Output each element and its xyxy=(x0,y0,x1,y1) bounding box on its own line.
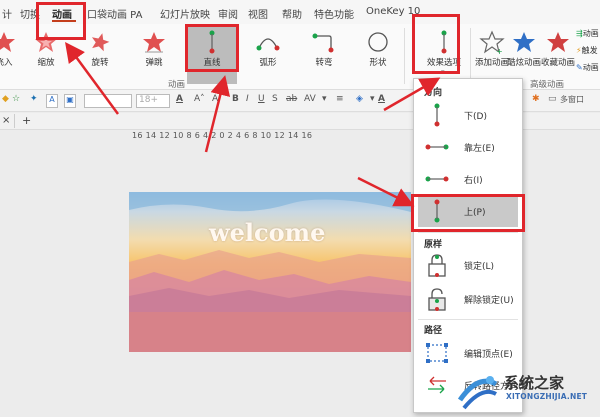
unlock-item[interactable]: 解除锁定(U) xyxy=(418,285,518,313)
tab-review[interactable]: 审阅 xyxy=(218,6,238,21)
highlight-line-button xyxy=(185,24,239,72)
ribbon-right-column: ⇶动画 ⚡触发 ✎动画 xyxy=(576,28,600,73)
shape-fill-icon[interactable]: ◈ xyxy=(356,94,363,108)
tab-pocket-animation[interactable]: 口袋动画 PA xyxy=(87,6,142,21)
edit-points-icon xyxy=(426,343,448,363)
horizontal-ruler: 16 14 12 10 8 6 4 2 0 2 4 6 8 10 12 14 1… xyxy=(132,131,313,140)
font-size-select[interactable]: 18+ xyxy=(136,94,170,108)
tab-help[interactable]: 帮助 xyxy=(282,6,302,21)
direction-right-item[interactable]: 右(I) xyxy=(418,165,518,193)
animation-trigger-icon[interactable]: ✱ xyxy=(532,94,540,108)
multi-window-button[interactable]: 多窗口 xyxy=(560,94,584,108)
align-left-icon[interactable]: ≡ xyxy=(336,94,344,108)
tab-view[interactable]: 视图 xyxy=(248,6,268,21)
watermark-title: 系统之家 xyxy=(504,374,565,392)
menu-separator xyxy=(418,232,518,233)
path-header: 路径 xyxy=(424,326,443,336)
path-left-icon xyxy=(425,144,449,150)
add-tab-icon[interactable]: + xyxy=(22,114,31,127)
chevron-down-icon-2[interactable]: ▾ xyxy=(370,94,375,108)
shadow-button[interactable]: S xyxy=(272,94,278,108)
effect-options-dropdown: 方向 下(D) 靠左(E) 右(I) 上(P) 原样 锁定(L) 解除锁定(U)… xyxy=(413,78,531,413)
reverse-path-icon xyxy=(428,376,446,394)
cool-animation-star-icon xyxy=(513,32,535,52)
textbox-a-icon[interactable]: A xyxy=(46,94,58,108)
origin-header: 原样 xyxy=(424,240,443,250)
tab-special-features[interactable]: 特色功能 xyxy=(314,6,354,21)
font-grow-icon[interactable]: A˄ xyxy=(194,94,205,108)
mountain-background-image xyxy=(129,192,411,352)
direction-left-item[interactable]: 靠左(E) xyxy=(418,133,518,161)
chevron-down-icon[interactable]: ▾ xyxy=(322,94,327,108)
star-effect-icon xyxy=(0,32,15,52)
effect-bounce-button[interactable]: 弹跳 xyxy=(132,26,176,72)
tab-partial[interactable]: 计 xyxy=(2,6,12,21)
group-label-advanced: 高级动画 xyxy=(530,80,565,90)
font-shrink-icon[interactable]: A˅ xyxy=(212,94,223,108)
star-spin-icon xyxy=(91,33,110,52)
watermark-logo-icon xyxy=(457,376,498,410)
star-green-icon[interactable]: ✦ xyxy=(30,94,38,108)
circle-path-icon xyxy=(368,32,388,52)
animation-painter-button[interactable]: ✎动画 xyxy=(576,62,600,73)
turn-path-icon xyxy=(312,33,334,53)
group-label-animation: 动画 xyxy=(168,80,186,90)
effect-fly-in-button[interactable]: 飞入 xyxy=(0,26,26,72)
tab-slideshow[interactable]: 幻灯片放映 xyxy=(160,6,210,21)
font-color-button[interactable]: A xyxy=(176,94,183,108)
path-down-icon xyxy=(434,103,440,127)
close-tab-icon[interactable]: × xyxy=(2,115,10,126)
lock-item[interactable]: 锁定(L) xyxy=(418,251,518,279)
window-icon[interactable]: ▭ xyxy=(548,94,557,108)
star-bounce-icon xyxy=(143,32,165,53)
font-name-select[interactable] xyxy=(84,94,132,108)
star-outline-icon[interactable]: ☆ xyxy=(12,94,20,108)
tab-divider xyxy=(14,114,15,128)
slide-title-text[interactable]: welcome xyxy=(209,218,325,247)
watermark-url: XITONGZHIJIA.NET xyxy=(506,392,588,401)
char-spacing-button[interactable]: AV xyxy=(304,94,316,108)
trigger-button[interactable]: ⚡触发 xyxy=(576,45,600,56)
bold-button[interactable]: B xyxy=(232,94,239,108)
paint-icon[interactable]: ◆ xyxy=(2,94,9,108)
italic-button[interactable]: I xyxy=(246,94,249,108)
textbox-b-icon[interactable]: ▣ xyxy=(64,94,76,108)
highlight-effect-options xyxy=(412,14,460,74)
slide-canvas[interactable]: welcome xyxy=(129,192,411,352)
path-right-icon xyxy=(425,176,449,182)
strikethrough-button[interactable]: ab xyxy=(286,94,297,108)
ribbon-divider xyxy=(404,28,405,84)
highlight-direction-up xyxy=(411,194,525,232)
edit-points-item[interactable]: 编辑顶点(E) xyxy=(418,339,518,367)
unlock-icon xyxy=(428,288,446,311)
motion-path-arc-button[interactable]: 弧形 xyxy=(246,26,290,72)
animation-pane-button[interactable]: ⇶动画 xyxy=(576,28,600,39)
direction-down-item[interactable]: 下(D) xyxy=(418,101,518,129)
motion-path-shape-button[interactable]: 形状 xyxy=(356,26,400,72)
arc-path-icon xyxy=(256,38,280,51)
lock-icon xyxy=(428,254,446,277)
underline-button[interactable]: U xyxy=(258,94,265,108)
site-watermark: 系统之家 XITONGZHIJIA.NET xyxy=(452,368,600,417)
motion-path-turn-button[interactable]: 转弯 xyxy=(302,26,346,72)
favorite-animation-star-icon xyxy=(547,32,569,52)
menu-tab-bar: 计 切换 动画 口袋动画 PA 幻灯片放映 审阅 视图 帮助 特色功能 OneK… xyxy=(0,0,600,24)
direction-header: 方向 xyxy=(424,88,443,98)
highlight-animation-tab xyxy=(36,2,86,40)
menu-separator-2 xyxy=(418,319,518,320)
favorite-animation-button[interactable]: 收藏动画 xyxy=(536,26,580,72)
font-color-2-button[interactable]: A xyxy=(378,94,385,108)
